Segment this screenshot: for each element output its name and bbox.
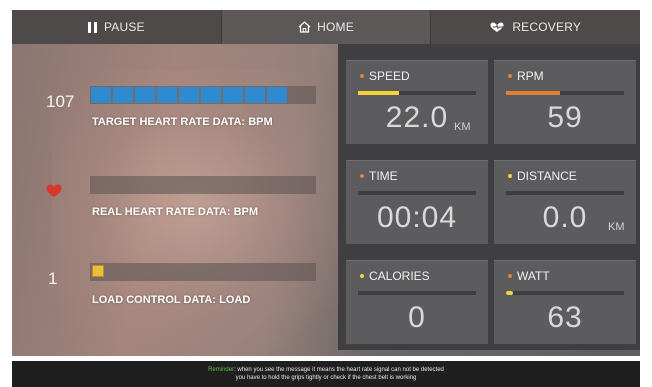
distance-tile: DISTANCE 0.0 KM	[494, 160, 636, 244]
rpm-tile: RPM 59	[494, 60, 636, 144]
pause-label: PAUSE	[103, 20, 145, 34]
target-heart-rate-segment	[91, 87, 111, 103]
target-heart-rate-segment	[157, 87, 177, 103]
real-heart-rate-bar	[90, 176, 316, 194]
rpm-value: 59	[547, 101, 583, 134]
speed-tile: SPEED 22.0 KM	[346, 60, 488, 144]
speed-level-track	[358, 91, 476, 95]
time-dot-icon	[360, 174, 364, 178]
home-icon	[298, 21, 311, 33]
watt-title: WATT	[517, 269, 550, 283]
heart-icon	[46, 184, 62, 197]
home-label: HOME	[317, 20, 354, 34]
metrics-panel: SPEED 22.0 KM RPM 59 TIME 00:04 DISTANCE…	[338, 44, 640, 350]
calories-tile: CALORIES 0	[346, 260, 488, 344]
target-heart-rate-segments	[90, 86, 288, 104]
distance-unit: KM	[608, 221, 625, 233]
load-bar	[90, 263, 316, 281]
target-heart-rate-segment	[135, 87, 155, 103]
console-screen: PAUSE HOME RECOVERY 107 TARGET HEART RAT…	[12, 10, 640, 356]
load-level-block	[92, 265, 104, 277]
speed-dot-icon	[360, 74, 364, 78]
watt-level-track	[506, 291, 624, 295]
reminder-line-1: Reminder: when you see the message it me…	[12, 366, 640, 374]
target-heart-rate-segment	[267, 87, 287, 103]
time-level-track	[358, 191, 476, 195]
load-value: 1	[48, 269, 58, 288]
time-tile: TIME 00:04	[346, 160, 488, 244]
speed-level-fill	[358, 91, 400, 95]
target-heart-rate-segment	[201, 87, 221, 103]
watt-dot-icon	[508, 274, 512, 278]
pause-icon	[87, 21, 97, 33]
reminder-bar: Reminder: when you see the message it me…	[12, 361, 640, 387]
target-heart-rate-segment	[245, 87, 265, 103]
calories-dot-icon	[360, 274, 364, 278]
reminder-text-1: : when you see the message it means the …	[234, 367, 444, 373]
calories-level-track	[358, 291, 476, 295]
target-heart-rate-value: 107	[46, 92, 75, 111]
target-heart-rate-bar	[90, 86, 316, 104]
target-heart-rate-segment	[113, 87, 133, 103]
recovery-button[interactable]: RECOVERY	[431, 10, 640, 44]
rpm-level-fill	[506, 91, 561, 95]
rpm-level-track	[506, 91, 624, 95]
target-heart-rate-segment	[179, 87, 199, 103]
reminder-text-2: you have to hold the grips tightly or ch…	[235, 375, 417, 381]
time-title: TIME	[369, 169, 398, 183]
rpm-title: RPM	[517, 69, 544, 83]
pause-button[interactable]: PAUSE	[12, 10, 222, 44]
watt-value: 63	[547, 301, 583, 334]
load-label: LOAD CONTROL DATA: LOAD	[92, 294, 251, 306]
target-heart-rate-label: TARGET HEART RATE DATA: BPM	[92, 116, 273, 128]
target-heart-rate-segment	[223, 87, 243, 103]
speed-title: SPEED	[369, 69, 410, 83]
calories-title: CALORIES	[369, 269, 430, 283]
real-heart-rate-label: REAL HEART RATE DATA: BPM	[92, 206, 259, 218]
watt-tile: WATT 63	[494, 260, 636, 344]
heart-pulse-icon	[490, 22, 506, 32]
recovery-label: RECOVERY	[512, 20, 582, 34]
calories-value: 0	[408, 301, 426, 334]
distance-level-track	[506, 191, 624, 195]
time-value: 00:04	[376, 201, 458, 234]
top-navigation: PAUSE HOME RECOVERY	[12, 10, 640, 44]
distance-title: DISTANCE	[517, 169, 577, 183]
distance-dot-icon	[508, 174, 512, 178]
reminder-keyword: Reminder	[208, 367, 235, 373]
home-button[interactable]: HOME	[221, 10, 432, 44]
rpm-dot-icon	[508, 74, 512, 78]
watt-level-fill	[506, 291, 513, 295]
speed-unit: KM	[454, 121, 471, 133]
